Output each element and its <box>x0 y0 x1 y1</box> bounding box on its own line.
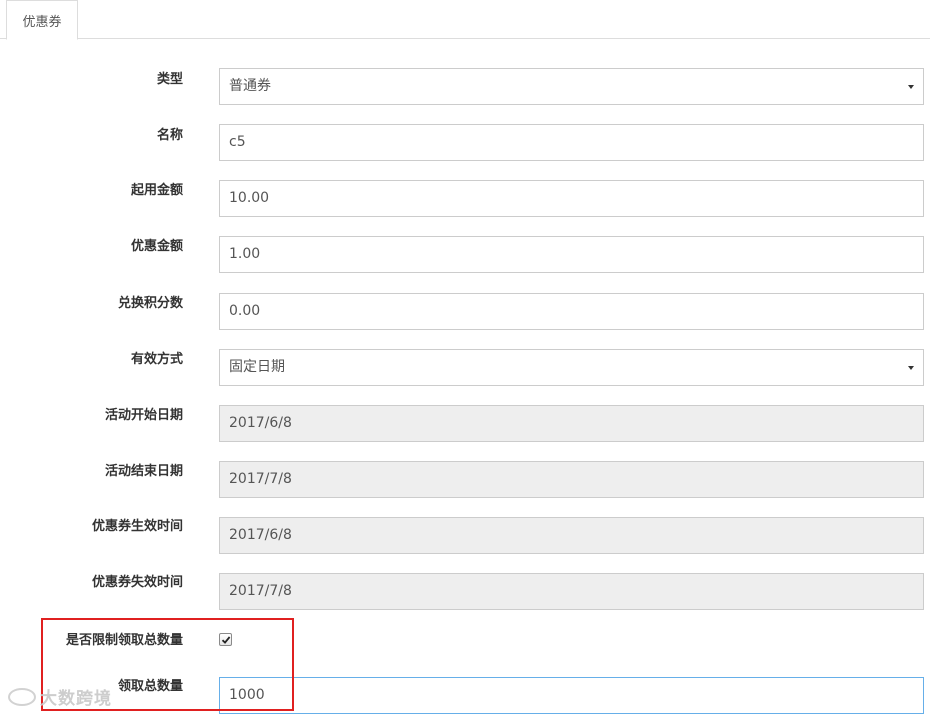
checkmark-icon <box>221 636 231 644</box>
activity-end-input: 2017/7/8 <box>219 461 924 498</box>
form-row-discount-amount: 优惠金额 1.00 <box>0 236 930 274</box>
type-label: 类型 <box>156 72 183 87</box>
form-row-total-quantity: 领取总数量 1000 <box>0 677 930 715</box>
points-input[interactable]: 0.00 <box>219 293 924 330</box>
min-amount-label: 起用金额 <box>130 183 183 198</box>
coupon-start-label: 优惠券生效时间 <box>91 519 183 534</box>
chevron-down-icon <box>908 85 914 89</box>
total-quantity-input[interactable]: 1000 <box>219 677 924 714</box>
form-row-points: 兑换积分数 0.00 <box>0 293 930 331</box>
tab-bar: 优惠券 <box>0 0 930 40</box>
tab-coupon-label: 优惠券 <box>22 14 62 30</box>
form-row-name: 名称 c5 <box>0 124 930 162</box>
activity-start-label: 活动开始日期 <box>104 408 183 423</box>
name-input[interactable]: c5 <box>219 124 924 161</box>
type-select-value: 普通券 <box>229 78 271 94</box>
discount-amount-label: 优惠金额 <box>130 239 183 254</box>
activity-start-input: 2017/6/8 <box>219 405 924 442</box>
form-row-min-amount: 起用金额 10.00 <box>0 180 930 218</box>
discount-amount-input[interactable]: 1.00 <box>219 236 924 273</box>
form-row-validity-mode: 有效方式 固定日期 <box>0 349 930 387</box>
form-row-activity-end: 活动结束日期 2017/7/8 <box>0 461 930 499</box>
chevron-down-icon <box>908 366 914 370</box>
limit-total-label: 是否限制领取总数量 <box>65 633 183 648</box>
activity-end-label: 活动结束日期 <box>104 464 183 479</box>
form-row-coupon-start: 优惠券生效时间 2017/6/8 <box>0 517 930 555</box>
total-quantity-label: 领取总数量 <box>117 679 183 694</box>
coupon-end-label: 优惠券失效时间 <box>91 575 183 590</box>
type-select[interactable]: 普通券 <box>219 68 924 105</box>
name-label: 名称 <box>156 128 183 143</box>
form-row-activity-start: 活动开始日期 2017/6/8 <box>0 405 930 443</box>
coupon-end-input: 2017/7/8 <box>219 573 924 610</box>
points-label: 兑换积分数 <box>117 296 183 311</box>
form-row-coupon-end: 优惠券失效时间 2017/7/8 <box>0 573 930 611</box>
min-amount-input[interactable]: 10.00 <box>219 180 924 217</box>
limit-total-checkbox[interactable] <box>219 633 232 646</box>
validity-mode-label: 有效方式 <box>130 352 183 367</box>
form-row-limit-total: 是否限制领取总数量 <box>0 622 930 660</box>
validity-mode-select[interactable]: 固定日期 <box>219 349 924 386</box>
form-row-type: 类型 普通券 <box>0 68 930 106</box>
coupon-start-input: 2017/6/8 <box>219 517 924 554</box>
tab-coupon[interactable]: 优惠券 <box>6 0 78 40</box>
validity-mode-select-value: 固定日期 <box>229 359 285 375</box>
